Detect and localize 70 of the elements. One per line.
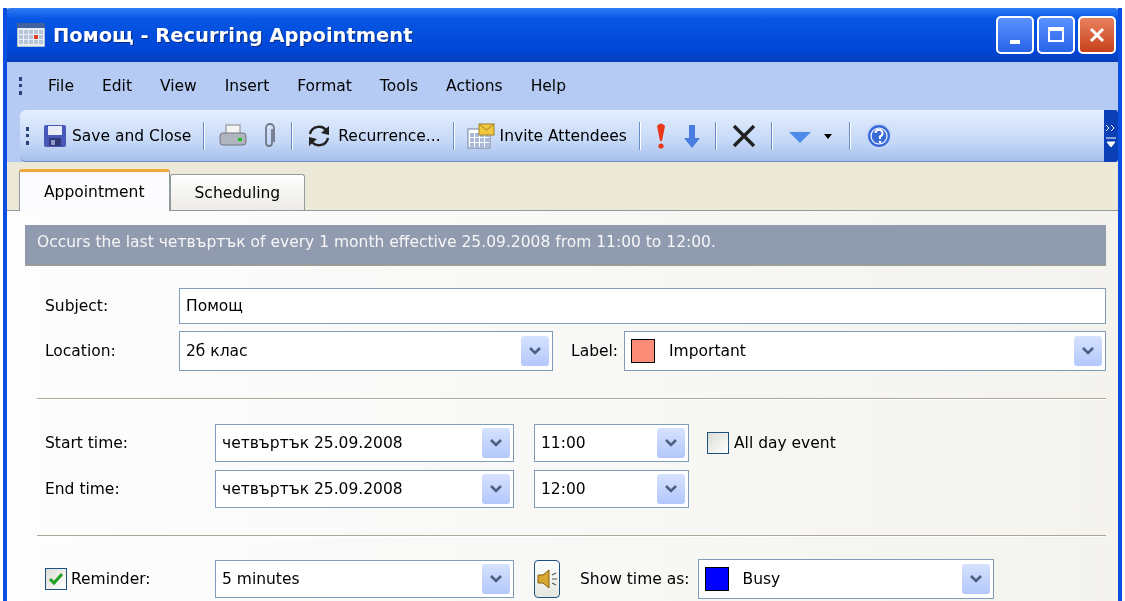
label-combo[interactable]: Important bbox=[624, 331, 1106, 371]
window-title: Помощ - Recurring Appointment bbox=[53, 23, 414, 47]
menu-item[interactable]: Help bbox=[519, 73, 577, 99]
recurrence-button[interactable]: Recurrence... bbox=[302, 121, 444, 150]
chevron-down-icon bbox=[489, 438, 503, 448]
time-combo[interactable]: 12:00 bbox=[534, 470, 689, 508]
reminder-combo[interactable]: 5 minutes bbox=[215, 560, 514, 598]
date-combo[interactable]: четвъртък 25.09.2008 bbox=[215, 424, 514, 462]
chevron-down-icon bbox=[528, 346, 542, 356]
menu-item[interactable]: Edit bbox=[90, 73, 143, 99]
chevron-down-icon bbox=[1081, 346, 1095, 356]
checkbox-label: Reminder: bbox=[71, 570, 151, 588]
menu-item[interactable]: Actions bbox=[435, 73, 514, 99]
calendar-envelope-icon bbox=[466, 122, 495, 149]
dropdown-button[interactable] bbox=[657, 428, 685, 458]
date-combo[interactable]: четвъртък 25.09.2008 bbox=[215, 470, 514, 508]
minimize-button[interactable] bbox=[996, 16, 1034, 54]
invite-attendees-button[interactable]: Invite Attendees bbox=[463, 120, 630, 151]
field-label: Subject: bbox=[45, 297, 110, 315]
help-icon[interactable] bbox=[864, 121, 893, 150]
field-label: Location: bbox=[45, 342, 117, 360]
minimize-icon bbox=[1010, 40, 1020, 44]
show-time-as-combo[interactable]: Busy bbox=[697, 559, 994, 599]
close-button[interactable] bbox=[1078, 16, 1116, 54]
exclamation-icon[interactable] bbox=[654, 121, 667, 150]
maximize-button[interactable] bbox=[1037, 16, 1075, 54]
menu-item[interactable]: Format bbox=[286, 73, 363, 99]
recurrence-summary: Occurs the last четвъртък of every 1 month effective 25.09.2008 from 11:00 to 12:00. bbox=[25, 225, 1106, 266]
chevron-down-icon bbox=[489, 574, 503, 584]
menu-item[interactable]: Insert bbox=[213, 73, 281, 99]
down-arrow-icon[interactable] bbox=[682, 122, 701, 149]
dropdown-button[interactable] bbox=[1074, 336, 1102, 366]
field-label: Label: bbox=[571, 342, 619, 360]
maximize-icon bbox=[1047, 26, 1065, 44]
chevron-down-icon bbox=[664, 438, 678, 448]
close-icon bbox=[1088, 26, 1106, 44]
location-combo[interactable]: 2б клас bbox=[179, 331, 553, 371]
subject-field[interactable]: Помощ bbox=[179, 288, 1106, 324]
chevron-down-icon bbox=[664, 484, 678, 494]
dropdown-button[interactable] bbox=[482, 428, 510, 458]
chevron-down-icon bbox=[968, 574, 983, 584]
dropdown-button[interactable] bbox=[961, 564, 990, 594]
field-label: Start time: bbox=[45, 434, 130, 452]
checkbox[interactable] bbox=[707, 432, 729, 454]
menu-item[interactable]: View bbox=[148, 73, 208, 99]
field-label: End time: bbox=[45, 480, 121, 498]
menu-item[interactable]: File bbox=[37, 73, 85, 99]
speaker-icon bbox=[535, 567, 559, 591]
tab[interactable]: Appointment bbox=[19, 169, 170, 211]
dropdown-button[interactable] bbox=[657, 474, 685, 504]
time-combo[interactable]: 11:00 bbox=[534, 424, 689, 462]
grip-icon bbox=[26, 126, 32, 145]
paperclip-icon[interactable] bbox=[263, 122, 278, 149]
delete-icon[interactable] bbox=[730, 122, 757, 149]
save-and-close-button[interactable]: Save and Close bbox=[40, 121, 195, 150]
checkbox[interactable] bbox=[45, 568, 67, 590]
dropdown-button[interactable] bbox=[482, 564, 510, 594]
sound-button[interactable] bbox=[534, 560, 560, 598]
checkbox-label: All day event bbox=[734, 434, 836, 452]
tab[interactable]: Scheduling bbox=[169, 174, 306, 210]
menu-item[interactable]: Tools bbox=[368, 73, 430, 99]
dropdown-button[interactable] bbox=[482, 474, 510, 504]
grip-icon bbox=[19, 77, 25, 95]
checkmark-icon bbox=[48, 572, 64, 586]
printer-icon[interactable] bbox=[219, 123, 248, 148]
calendar-icon bbox=[17, 23, 45, 47]
chevron-down-icon bbox=[489, 484, 503, 494]
field-label: Show time as: bbox=[580, 570, 690, 588]
dropdown-button[interactable] bbox=[521, 336, 549, 366]
toolbar-overflow-button[interactable] bbox=[1104, 110, 1118, 162]
